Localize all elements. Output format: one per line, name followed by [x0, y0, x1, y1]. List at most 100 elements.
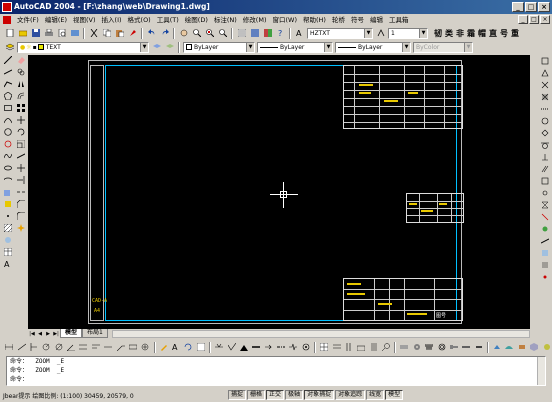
point-icon[interactable] [3, 211, 13, 221]
balloon-icon[interactable] [381, 342, 391, 353]
color-combo[interactable]: ByLayer ▼ [183, 41, 255, 53]
shaft-icon[interactable] [399, 342, 409, 353]
parts-list-icon[interactable] [369, 342, 379, 353]
otrack-toggle[interactable]: 对象追踪 [335, 390, 366, 400]
weld-symbol-icon[interactable] [214, 342, 224, 353]
snap-quadrant-icon[interactable] [540, 128, 550, 138]
linear-dimension-icon[interactable] [4, 342, 14, 353]
menu-edit-2[interactable]: 编辑 [367, 14, 386, 26]
polar-toggle[interactable]: 极轴 [285, 390, 304, 400]
view-iso-icon[interactable] [529, 342, 539, 353]
title-block-icon[interactable] [356, 342, 366, 353]
design-center-icon[interactable] [249, 28, 260, 39]
chevron-down-icon[interactable]: ▼ [324, 42, 332, 52]
horizontal-scrollbar[interactable] [111, 329, 530, 338]
revision-cloud-icon[interactable] [3, 139, 13, 149]
menu-lunqiao[interactable]: 轮桥 [329, 14, 348, 26]
rectangle-icon[interactable] [3, 103, 13, 113]
rotate-icon[interactable] [16, 127, 26, 137]
snap-toggle[interactable]: 捕捉 [228, 390, 247, 400]
cut-icon[interactable] [88, 28, 99, 39]
menu-help[interactable]: 帮助(H) [300, 14, 329, 26]
chevron-down-icon[interactable]: ▼ [402, 42, 410, 52]
redo-icon[interactable] [159, 28, 170, 39]
polygon-icon[interactable] [3, 91, 13, 101]
snap-none-icon[interactable] [540, 212, 550, 222]
section-symbol-icon[interactable] [251, 342, 261, 353]
print-icon[interactable] [43, 28, 54, 39]
line-icon[interactable] [3, 55, 13, 65]
pan-icon[interactable] [178, 28, 189, 39]
leader-icon[interactable] [115, 342, 125, 353]
snap-endpoint-icon[interactable] [540, 56, 550, 66]
menu-view[interactable]: 视图(V) [70, 14, 99, 26]
ordinate-dimension-icon[interactable] [29, 342, 39, 353]
ortho-toggle[interactable]: 正交 [266, 390, 285, 400]
chamfer-icon[interactable] [16, 199, 26, 209]
break-line-icon[interactable] [288, 342, 298, 353]
first-tab-arrow-icon[interactable]: |◀ [28, 330, 36, 338]
gear-icon[interactable] [412, 342, 422, 353]
trim-icon[interactable] [16, 163, 26, 173]
ellipse-icon[interactable] [3, 163, 13, 173]
polyline-icon[interactable] [3, 79, 13, 89]
center-mark-icon[interactable] [140, 342, 150, 353]
dimension-style-icon[interactable] [196, 342, 206, 353]
lineweight-combo[interactable]: ByLayer ▼ [335, 41, 411, 53]
offset-icon[interactable] [16, 91, 26, 101]
bolt-icon[interactable] [449, 342, 459, 353]
erase-icon[interactable] [16, 55, 26, 65]
aligned-dimension-icon[interactable] [16, 342, 26, 353]
menu-symbol[interactable]: 符号 [348, 14, 367, 26]
snap-extension-icon[interactable] [540, 104, 550, 114]
mirror-icon[interactable] [16, 79, 26, 89]
doc-minimize-button[interactable]: _ [518, 15, 528, 24]
distance-icon[interactable] [540, 236, 550, 246]
ellipse-arc-icon[interactable] [3, 175, 13, 185]
snap-nearest-icon[interactable] [540, 200, 550, 210]
tab-layout1[interactable]: 布局1 [82, 329, 108, 338]
zoom-realtime-icon[interactable] [191, 28, 202, 39]
snap-tangent-icon[interactable] [540, 140, 550, 150]
text-style-icon[interactable]: A [294, 28, 305, 39]
roughness-symbol-icon[interactable] [226, 342, 236, 353]
chevron-down-icon[interactable]: ▼ [419, 28, 427, 38]
next-tab-arrow-icon[interactable]: ▶ [44, 330, 52, 338]
paste-icon[interactable] [114, 28, 125, 39]
menu-file[interactable]: 文件(F) [14, 14, 42, 26]
table-row-icon[interactable] [331, 342, 341, 353]
hatch-icon[interactable] [3, 223, 13, 233]
cjk-tool-button[interactable]: 号 [500, 28, 508, 39]
render-icon[interactable] [541, 342, 551, 353]
text-height-combo[interactable]: 1 ▼ [388, 27, 428, 39]
scale-icon[interactable] [16, 139, 26, 149]
text-height-icon[interactable] [375, 28, 386, 39]
construction-line-icon[interactable] [3, 67, 13, 77]
new-file-icon[interactable] [4, 28, 15, 39]
spline-icon[interactable] [3, 151, 13, 161]
dimension-update-icon[interactable] [183, 342, 193, 353]
table-column-icon[interactable] [344, 342, 354, 353]
doc-restore-button[interactable]: □ [529, 15, 539, 24]
maximize-button[interactable]: □ [525, 2, 537, 12]
radius-dimension-icon[interactable] [41, 342, 51, 353]
text-style-combo[interactable]: HZTXT ▼ [307, 27, 373, 39]
undo-icon[interactable] [146, 28, 157, 39]
move-icon[interactable] [16, 115, 26, 125]
snap-parallel-icon[interactable] [540, 164, 550, 174]
menu-tools[interactable]: 工具(T) [154, 14, 182, 26]
layer-combo[interactable]: ● ☼ ▪ TEXT ▼ [17, 41, 149, 53]
cjk-tool-button[interactable]: 帽 [478, 28, 486, 39]
snap-center-icon[interactable] [540, 116, 550, 126]
publish-icon[interactable] [69, 28, 80, 39]
layer-manager-icon[interactable] [4, 42, 15, 53]
lineweight-toggle[interactable]: 线宽 [366, 390, 385, 400]
copy-object-icon[interactable] [16, 67, 26, 77]
menu-dimension[interactable]: 标注(N) [211, 14, 240, 26]
doc-close-button[interactable]: × [540, 15, 550, 24]
prev-tab-arrow-icon[interactable]: ◀ [36, 330, 44, 338]
circle-icon[interactable] [3, 127, 13, 137]
view-side-icon[interactable] [517, 342, 527, 353]
table-grid-icon[interactable] [319, 342, 329, 353]
menu-format[interactable]: 格式(O) [125, 14, 154, 26]
